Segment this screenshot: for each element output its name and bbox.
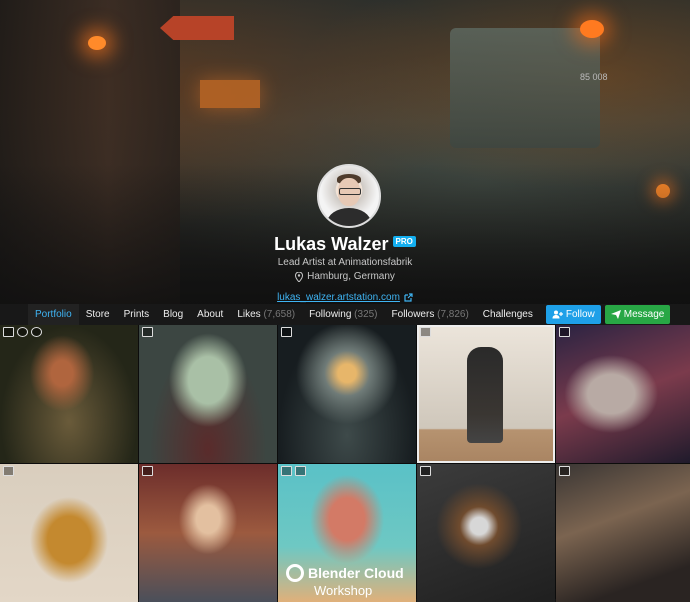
profile-nav: Portfolio Store Prints Blog About Likes …: [0, 304, 690, 325]
follow-button-label: Follow: [565, 309, 595, 320]
caption-line-1: Blender Cloud: [308, 565, 404, 581]
profile-url-text: lukas_walzer.artstation.com: [277, 291, 400, 303]
project-thumbnail[interactable]: [556, 325, 690, 463]
profile-info: Lukas Walzer PRO Lead Artist at Animatio…: [0, 234, 690, 304]
tab-followers-count: (7,826): [437, 309, 469, 320]
media-badges: [559, 466, 570, 476]
follow-button[interactable]: Follow: [545, 305, 601, 324]
profile-name: Lukas Walzer: [274, 234, 389, 254]
project-thumbnail[interactable]: [556, 464, 690, 602]
image-icon: [3, 466, 14, 476]
image-icon: [142, 327, 153, 337]
video-icon: [31, 327, 42, 337]
banner-train: [450, 28, 600, 148]
external-link-icon: [404, 292, 413, 302]
user-plus-icon: [552, 310, 563, 319]
image-icon: [281, 327, 292, 337]
3d-icon: [17, 327, 28, 337]
image-icon: [559, 466, 570, 476]
project-thumbnail[interactable]: [0, 464, 138, 602]
thumbnail-figure: [467, 347, 503, 443]
tab-followers[interactable]: Followers (7,826): [385, 304, 476, 325]
tab-likes-count: (7,658): [263, 309, 296, 320]
blender-logo-icon: [286, 564, 304, 582]
avatar[interactable]: [317, 164, 381, 228]
media-badges: [281, 466, 306, 476]
tab-portfolio[interactable]: Portfolio: [28, 304, 79, 325]
pin-icon: [295, 271, 304, 282]
image-icon: [142, 466, 153, 476]
tab-prints[interactable]: Prints: [117, 304, 157, 325]
project-thumbnail[interactable]: Blender Cloud Workshop: [278, 464, 416, 602]
project-thumbnail[interactable]: [278, 325, 416, 463]
image-icon: [559, 327, 570, 337]
message-button-label: Message: [623, 309, 665, 320]
profile-location-text: Hamburg, Germany: [307, 271, 395, 282]
project-thumbnail[interactable]: [139, 325, 277, 463]
media-badges: [142, 466, 153, 476]
media-badges: [3, 466, 14, 476]
portfolio-grid: Blender Cloud Workshop: [0, 325, 690, 602]
profile-title: Lead Artist at Animationsfabrik: [277, 257, 413, 268]
avatar-body: [327, 208, 371, 226]
media-badges: [142, 327, 153, 337]
profile-location: Hamburg, Germany: [295, 271, 395, 282]
tab-challenges[interactable]: Challenges: [476, 304, 540, 325]
image-icon: [3, 327, 14, 337]
caption-line-2: Workshop: [314, 583, 373, 598]
project-thumbnail[interactable]: [417, 325, 555, 463]
media-badges: [420, 466, 431, 476]
banner-train-number: 85 008: [580, 72, 608, 82]
image-icon: [420, 466, 431, 476]
profile-banner: 85 008 Lukas Walzer PRO Lead Artist at A…: [0, 0, 690, 304]
avatar-glasses: [339, 188, 361, 195]
tab-store[interactable]: Store: [79, 304, 117, 325]
media-badges: [559, 327, 570, 337]
tab-blog[interactable]: Blog: [156, 304, 190, 325]
tab-likes-label: Likes: [237, 309, 261, 320]
media-badges: [281, 327, 292, 337]
message-button[interactable]: Message: [604, 305, 671, 324]
tab-likes[interactable]: Likes (7,658): [230, 304, 302, 325]
banner-arrow-sign: [160, 16, 234, 40]
pro-badge: PRO: [392, 236, 416, 247]
paper-plane-icon: [610, 310, 621, 319]
tab-following-label: Following: [309, 309, 352, 320]
profile-name-row: Lukas Walzer PRO: [274, 234, 416, 255]
banner-lamp-2: [580, 20, 604, 38]
image-icon: [281, 466, 292, 476]
image-icon: [420, 327, 431, 337]
project-thumbnail[interactable]: [0, 325, 138, 463]
video-icon: [295, 466, 306, 476]
media-badges: [3, 327, 42, 337]
tab-followers-label: Followers: [391, 309, 435, 320]
tab-about[interactable]: About: [190, 304, 230, 325]
media-badges: [420, 327, 431, 337]
tab-following[interactable]: Following (325): [302, 304, 384, 325]
project-thumbnail[interactable]: [417, 464, 555, 602]
profile-url-link[interactable]: lukas_walzer.artstation.com: [277, 292, 413, 303]
tab-following-count: (325): [354, 309, 378, 320]
banner-windows: [200, 80, 260, 108]
project-thumbnail[interactable]: [139, 464, 277, 602]
blender-cloud-caption: Blender Cloud Workshop: [286, 564, 412, 598]
banner-lamp: [88, 36, 106, 50]
